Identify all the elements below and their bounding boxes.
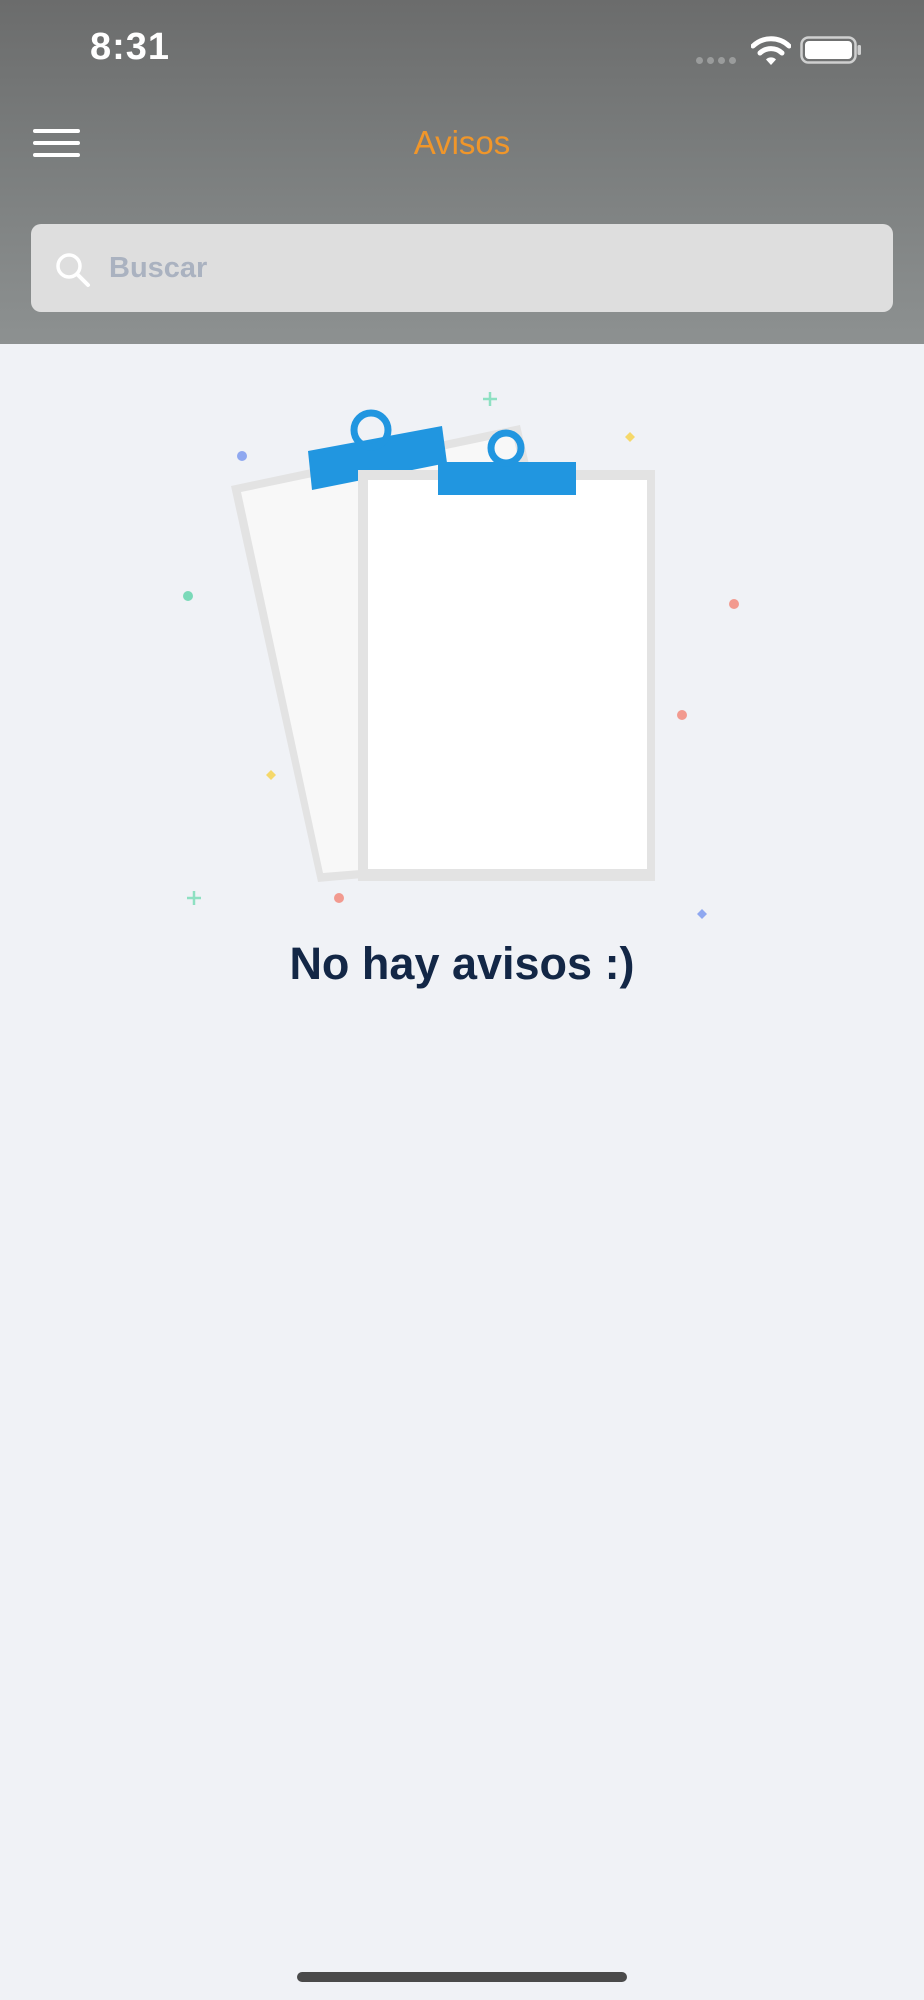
page-title: Avisos [413,124,511,161]
notices-screen: 8:31 Avisos Buscar No hay avisos:) [0,0,924,2000]
wifi-icon [751,36,791,65]
search-bar[interactable] [31,224,893,312]
front-clip [438,462,576,495]
front-clipboard-paper [358,429,655,881]
home-indicator [297,1972,627,1982]
status-icons [696,34,876,68]
search-input[interactable] [105,224,879,312]
battery-icon [800,36,861,64]
header: 8:31 Avisos [0,0,924,344]
clipboards-illustration [183,392,739,919]
search-icon [56,253,90,287]
empty-state-message: No hay avisos :) [289,938,635,989]
status-time: 8:31 [90,26,171,68]
